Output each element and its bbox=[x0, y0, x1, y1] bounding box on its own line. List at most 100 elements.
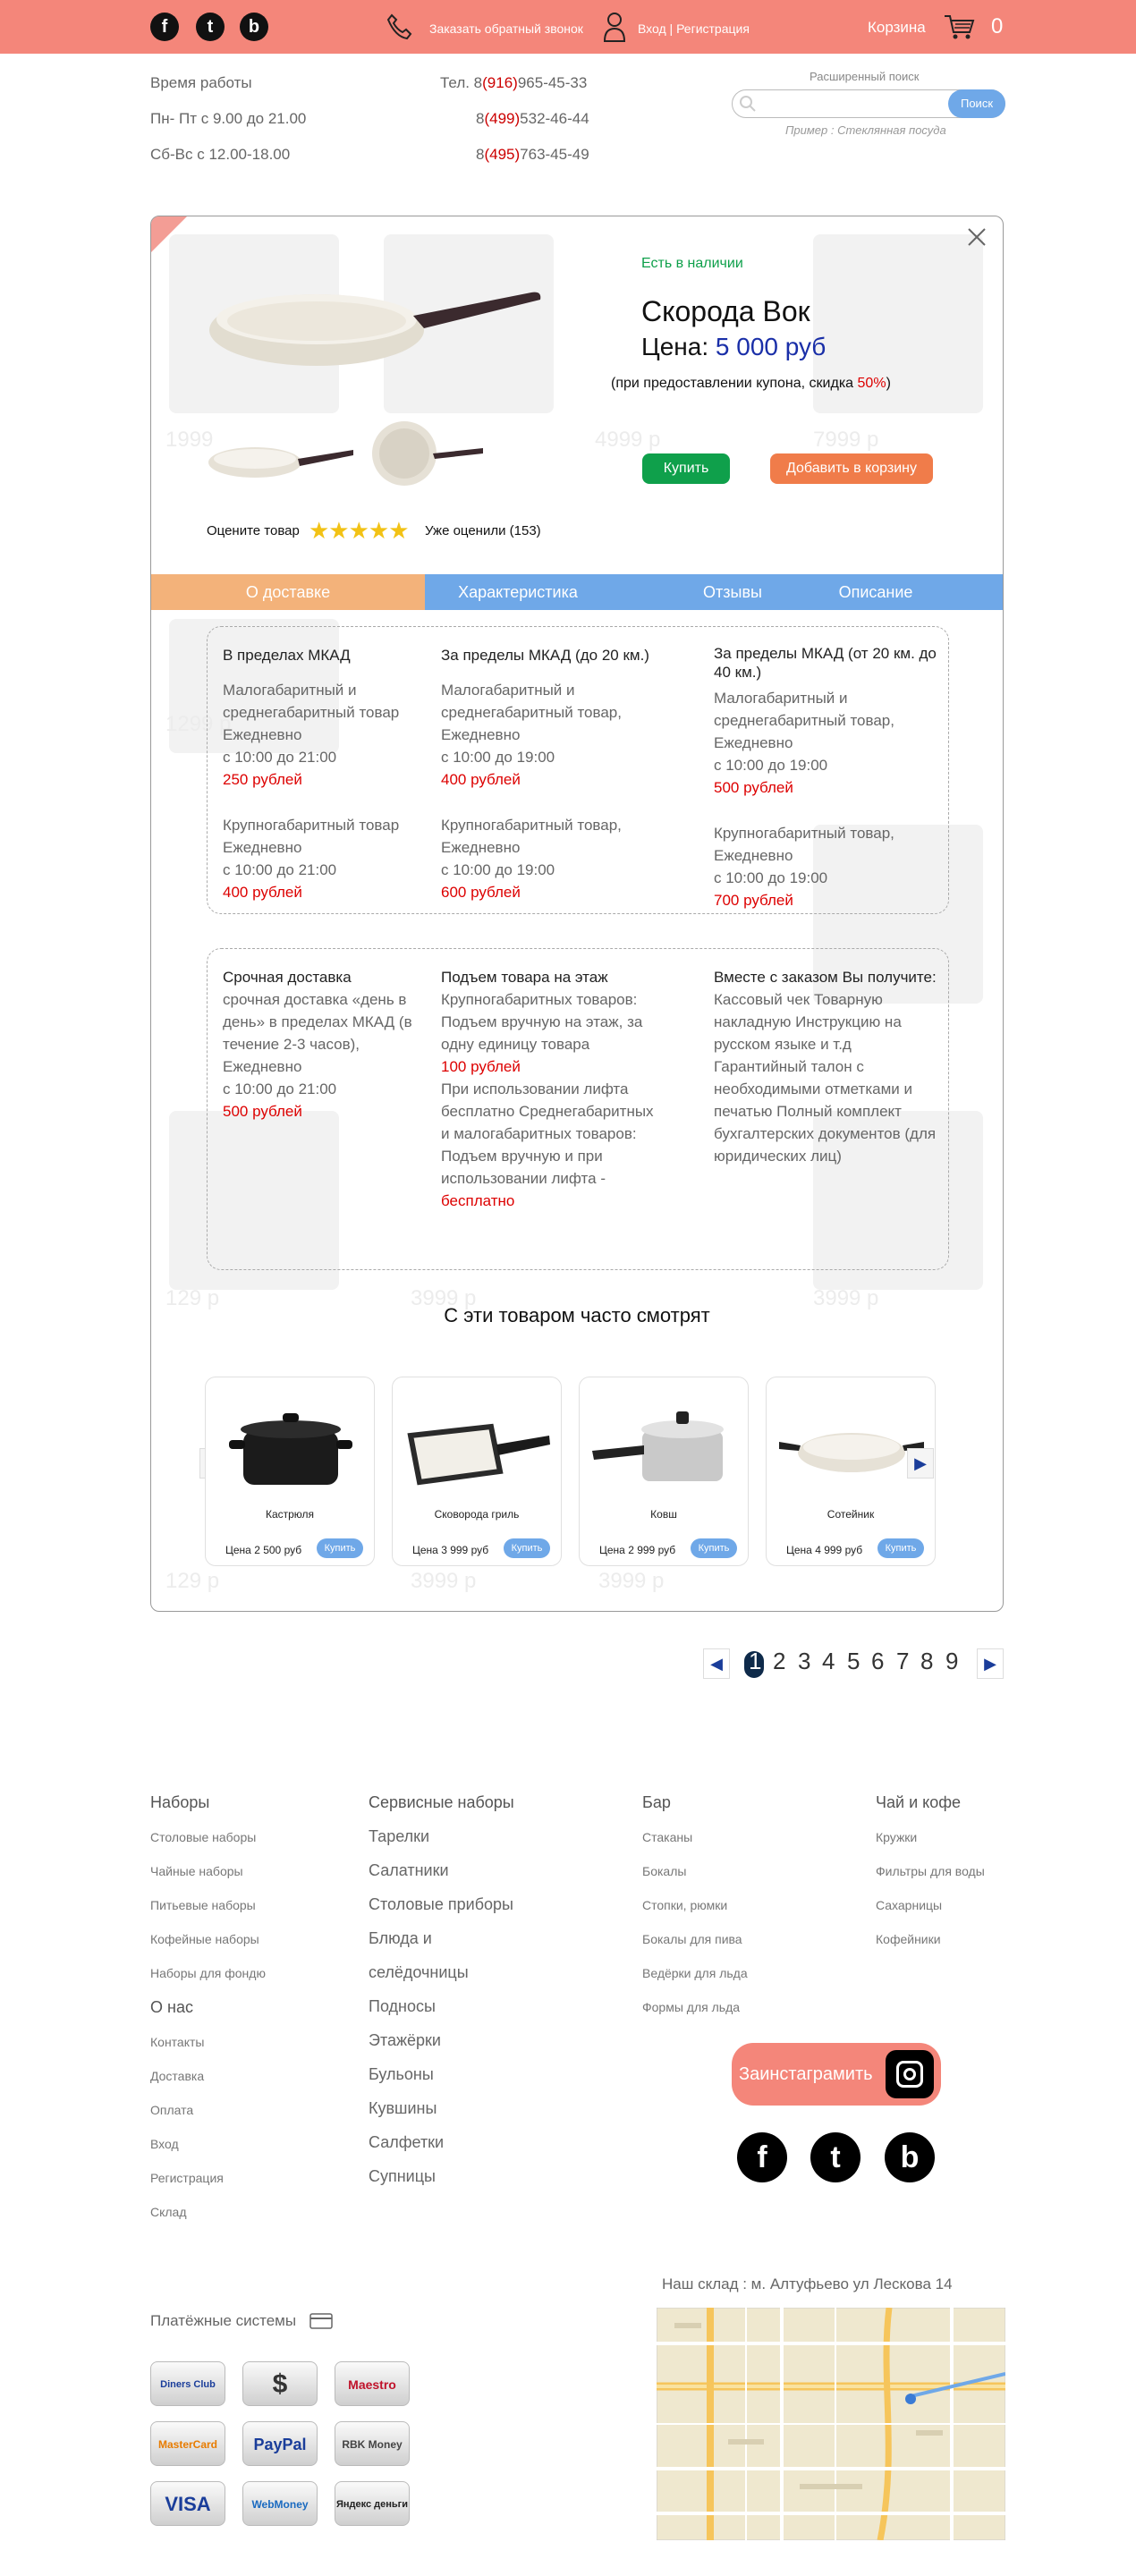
rbk-money-logo: RBK Money bbox=[335, 2421, 410, 2466]
warehouse-map[interactable] bbox=[657, 2308, 1005, 2540]
footer-heading-sets[interactable]: Наборы bbox=[150, 1793, 209, 1812]
blogger-icon[interactable]: b bbox=[885, 2132, 935, 2182]
blogger-icon[interactable]: b bbox=[240, 13, 268, 41]
rated-count: Уже оценили (153) bbox=[425, 523, 541, 538]
footer-link[interactable]: Столовые приборы bbox=[369, 1895, 513, 1914]
footer-link[interactable]: Питьевые наборы bbox=[150, 1898, 256, 1912]
footer-link[interactable]: Бокалы для пива bbox=[642, 1932, 742, 1946]
delivery-20km: За пределы МКАД (до 20 км.) Малогабаритн… bbox=[441, 647, 649, 901]
maestro-logo: Maestro bbox=[335, 2361, 410, 2406]
footer-link[interactable]: Фильтры для воды bbox=[876, 1864, 985, 1878]
footer-link[interactable]: Кофейные наборы bbox=[150, 1932, 259, 1946]
tumblr-icon[interactable]: t bbox=[810, 2132, 860, 2182]
tab-characteristics[interactable]: Характеристика bbox=[437, 574, 598, 610]
related-card[interactable]: Кастрюля Цена 2 500 руб Купить bbox=[205, 1377, 375, 1566]
pagination-prev-arrow[interactable]: ◀ bbox=[703, 1648, 730, 1679]
thumbnail-1[interactable] bbox=[205, 436, 357, 486]
order-includes: Вместе с заказом Вы получите: Кассовый ч… bbox=[714, 969, 937, 1165]
footer-heading-tea[interactable]: Чай и кофе bbox=[876, 1793, 961, 1812]
page-6[interactable]: 6 bbox=[871, 1648, 884, 1675]
page-7[interactable]: 7 bbox=[896, 1648, 909, 1675]
footer-link[interactable]: Склад bbox=[150, 2205, 187, 2219]
footer-link[interactable]: Вход bbox=[150, 2137, 179, 2151]
phone-3: 8(495)763-45-49 bbox=[476, 146, 589, 163]
page-9[interactable]: 9 bbox=[945, 1648, 958, 1675]
footer-link[interactable]: Кофейники bbox=[876, 1932, 941, 1946]
buy-button[interactable]: Купить bbox=[642, 453, 730, 484]
related-card[interactable]: Сковорода гриль Цена 3 999 руб Купить bbox=[392, 1377, 562, 1566]
related-buy-button[interactable]: Купить bbox=[877, 1538, 924, 1558]
rating-stars[interactable]: ★★★★★ bbox=[309, 517, 410, 545]
related-price: Цена 2 500 руб bbox=[225, 1544, 302, 1556]
related-buy-button[interactable]: Купить bbox=[504, 1538, 550, 1558]
footer-heading-bar[interactable]: Бар bbox=[642, 1793, 671, 1812]
footer-link[interactable]: Кружки bbox=[876, 1830, 917, 1844]
facebook-icon[interactable]: f bbox=[737, 2132, 787, 2182]
product-price: Цена: 5 000 руб bbox=[641, 333, 827, 360]
pagination-next-arrow[interactable]: ▶ bbox=[977, 1648, 1004, 1679]
footer-link[interactable]: Бокалы bbox=[642, 1864, 686, 1878]
related-buy-button[interactable]: Купить bbox=[317, 1538, 363, 1558]
page-2[interactable]: 2 bbox=[773, 1648, 785, 1675]
footer-link[interactable]: Регистрация bbox=[150, 2171, 224, 2185]
footer-link[interactable]: Салатники bbox=[369, 1861, 449, 1880]
phone-1: Тел. 8(916)965-45-33 bbox=[440, 74, 588, 91]
footer-link[interactable]: Чайные наборы bbox=[150, 1864, 243, 1878]
footer-heading-service[interactable]: Сервисные наборы bbox=[369, 1793, 514, 1812]
facebook-icon[interactable]: f bbox=[150, 13, 179, 41]
footer-link[interactable]: Оплата bbox=[150, 2103, 193, 2117]
related-price: Цена 2 999 руб bbox=[599, 1544, 676, 1556]
footer-link[interactable]: Супницы bbox=[369, 2167, 436, 2186]
related-buy-button[interactable]: Купить bbox=[691, 1538, 737, 1558]
page-5[interactable]: 5 bbox=[847, 1648, 860, 1675]
footer-link[interactable]: Контакты bbox=[150, 2035, 204, 2049]
instagram-button[interactable]: Заинстаграмить bbox=[732, 2043, 941, 2106]
footer-link[interactable]: Ведёрки для льда bbox=[642, 1966, 748, 1980]
footer-heading-about[interactable]: О нас bbox=[150, 1998, 193, 2017]
bg-price: 3999 р bbox=[598, 1569, 665, 1593]
footer-link[interactable]: Стопки, рюмки bbox=[642, 1898, 727, 1912]
search-button[interactable]: Поиск bbox=[948, 89, 1005, 118]
page-4[interactable]: 4 bbox=[822, 1648, 835, 1675]
tab-description[interactable]: Описание bbox=[813, 574, 938, 610]
footer-link[interactable]: Наборы для фондю bbox=[150, 1966, 266, 1980]
page-8[interactable]: 8 bbox=[920, 1648, 933, 1675]
advanced-search-link[interactable]: Расширенный поиск bbox=[810, 70, 919, 83]
credit-card-icon bbox=[309, 2313, 333, 2329]
footer-link[interactable]: Тарелки bbox=[369, 1827, 429, 1846]
footer-link[interactable]: Доставка bbox=[150, 2069, 204, 2083]
page-3[interactable]: 3 bbox=[798, 1648, 810, 1675]
footer-link[interactable]: Столовые наборы bbox=[150, 1830, 256, 1844]
page-1[interactable]: 1 bbox=[749, 1648, 761, 1675]
footer-link[interactable]: Этажёрки bbox=[369, 2031, 441, 2050]
footer-link[interactable]: Бульоны bbox=[369, 2065, 434, 2084]
footer-link[interactable]: селёдочницы bbox=[369, 1963, 469, 1982]
add-to-cart-button[interactable]: Добавить в корзину bbox=[770, 453, 933, 484]
carousel-next-arrow[interactable]: ▶ bbox=[907, 1448, 934, 1479]
thumbnail-2[interactable] bbox=[370, 418, 487, 489]
user-icon bbox=[603, 13, 626, 42]
tumblr-icon[interactable]: t bbox=[196, 13, 225, 41]
auth-link[interactable]: Вход | Регистрация bbox=[638, 21, 750, 36]
related-name: Сковорода гриль bbox=[434, 1508, 520, 1521]
delivery-mkad: В пределах МКАД Малогабаритный и среднег… bbox=[223, 647, 400, 901]
footer-link[interactable]: Блюда и bbox=[369, 1929, 432, 1948]
diners-club-logo: Diners Club bbox=[150, 2361, 225, 2406]
product-title: Скорода Вок bbox=[641, 295, 810, 327]
tab-reviews[interactable]: Отзывы bbox=[679, 574, 786, 610]
instagram-label: Заинстаграмить bbox=[739, 2064, 873, 2084]
cart-label[interactable]: Корзина bbox=[868, 19, 926, 37]
footer-link[interactable]: Подносы bbox=[369, 1997, 436, 2016]
footer-link[interactable]: Стаканы bbox=[642, 1830, 692, 1844]
product-modal: 1999 4999 р 7999 р 1299 р 129 р 3999 р 3… bbox=[150, 216, 1004, 1612]
cart-icon[interactable] bbox=[943, 13, 975, 41]
footer-link[interactable]: Формы для льда bbox=[642, 2000, 740, 2014]
footer-link[interactable]: Кувшины bbox=[369, 2099, 437, 2118]
footer-link[interactable]: Сахарницы bbox=[876, 1898, 942, 1912]
close-icon[interactable] bbox=[965, 225, 988, 249]
tab-delivery[interactable]: О доставке bbox=[151, 574, 425, 610]
webmoney-logo: WebMoney bbox=[242, 2481, 318, 2526]
callback-link[interactable]: Заказать обратный звонок bbox=[429, 21, 583, 36]
related-card[interactable]: Ковш Цена 2 999 руб Купить bbox=[579, 1377, 749, 1566]
footer-link[interactable]: Салфетки bbox=[369, 2133, 444, 2152]
